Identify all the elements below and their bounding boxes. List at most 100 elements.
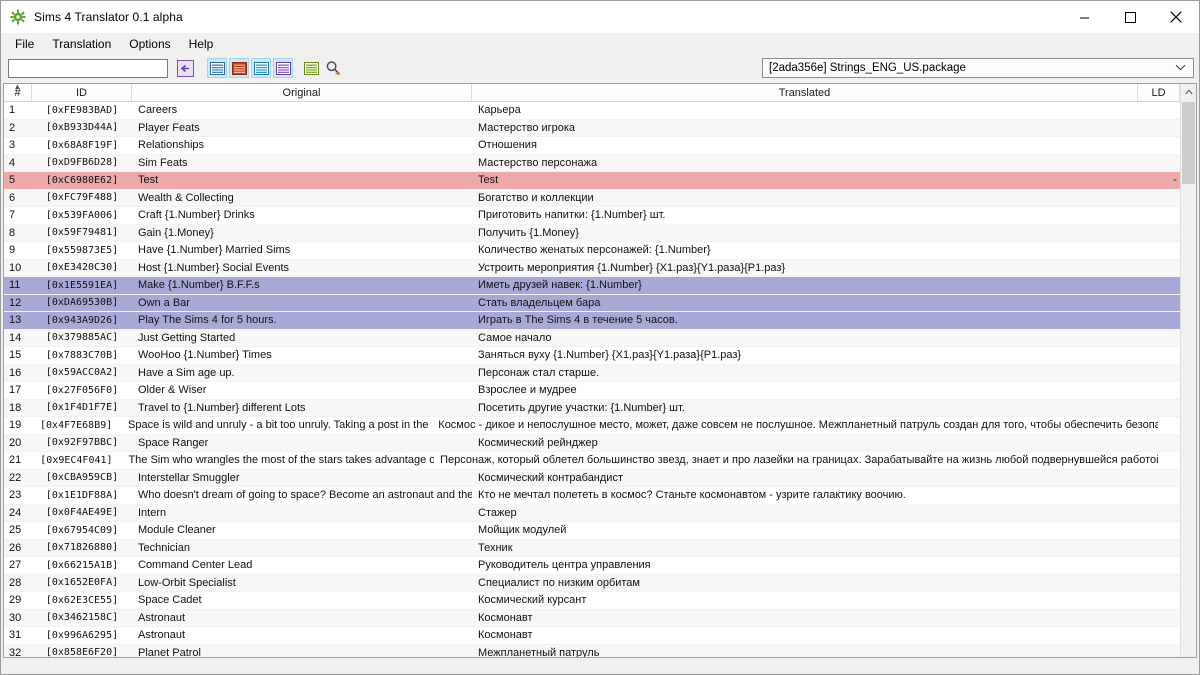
table-row[interactable]: 22[0xCBA959CB]Interstellar SmugglerКосми… — [4, 470, 1196, 488]
table-row[interactable]: 32[0x858E6F20]Planet PatrolМежпланетный … — [4, 645, 1196, 658]
window-title: Sims 4 Translator 0.1 alpha — [34, 10, 183, 24]
cell-id: [0x62E3CE55] — [32, 595, 132, 606]
cell-trans: Космический курсант — [472, 594, 1154, 606]
table-row[interactable]: 2[0xB933D44A]Player FeatsМастерство игро… — [4, 120, 1196, 138]
table-row[interactable]: 11[0x1E5591EA]Make {1.Number} B.F.F.sИме… — [4, 277, 1196, 295]
cell-orig: Astronaut — [132, 629, 472, 641]
cell-orig: Intern — [132, 507, 472, 519]
column-header-id[interactable]: ID — [32, 84, 132, 101]
table-row[interactable]: 23[0x1E1DF88A]Who doesn't dream of going… — [4, 487, 1196, 505]
cell-id: [0xC6980E62] — [32, 175, 132, 186]
column-header-ld-label: LD — [1151, 87, 1165, 99]
cell-id: [0xD9FB6D28] — [32, 157, 132, 168]
table-row[interactable]: 8[0x59F79481]Gain {1.Money}Получить {1.M… — [4, 225, 1196, 243]
minimize-button[interactable] — [1061, 1, 1107, 33]
column-header-translated[interactable]: Translated — [472, 84, 1138, 101]
table-row[interactable]: 28[0x1652E0FA]Low-Orbit SpecialistСпециа… — [4, 575, 1196, 593]
cell-num: 32 — [4, 647, 32, 657]
table-row[interactable]: 17[0x27F056F0]Older & WiserВзрослее и му… — [4, 382, 1196, 400]
table-row[interactable]: 18[0x1F4D1F7E]Travel to {1.Number} diffe… — [4, 400, 1196, 418]
grid-rows[interactable]: 1[0xFE983BAD]CareersКарьера2[0xB933D44A]… — [4, 102, 1196, 657]
cell-orig: Command Center Lead — [132, 559, 472, 571]
table-row[interactable]: 15[0x7883C70B]WooHoo {1.Number} TimesЗан… — [4, 347, 1196, 365]
package-file-select-wrap: [2ada356e] Strings_ENG_US.package — [762, 58, 1194, 78]
scroll-up-button[interactable] — [1181, 84, 1197, 100]
table-row[interactable]: 24[0x0F4AE49E]InternСтажер — [4, 505, 1196, 523]
cell-trans: Мойщик модулей — [472, 524, 1154, 536]
table-row[interactable]: 6[0xFC79F488]Wealth & CollectingБогатств… — [4, 190, 1196, 208]
cell-num: 5 — [4, 174, 32, 186]
table-row[interactable]: 14[0x379885AC]Just Getting StartedСамое … — [4, 330, 1196, 348]
table-row[interactable]: 16[0x59ACC0A2]Have a Sim age up.Персонаж… — [4, 365, 1196, 383]
column-header-ld[interactable]: LD — [1138, 84, 1180, 101]
vertical-scrollbar[interactable] — [1180, 84, 1196, 657]
cell-num: 18 — [4, 402, 32, 414]
table-row[interactable]: 29[0x62E3CE55]Space CadetКосмический кур… — [4, 592, 1196, 610]
table-row[interactable]: 9[0x559873E5]Have {1.Number} Married Sim… — [4, 242, 1196, 260]
cell-id: [0x66215A1B] — [32, 560, 132, 571]
table-row[interactable]: 12[0xDA69530B]Own a BarСтать владельцем … — [4, 295, 1196, 313]
table-row[interactable]: 21[0x9EC4F041]The Sim who wrangles the m… — [4, 452, 1196, 470]
column-header-original[interactable]: Original — [132, 84, 472, 101]
filter-validated-button[interactable] — [301, 58, 321, 78]
cell-orig: The Sim who wrangles the most of the sta… — [122, 454, 434, 466]
cell-trans: Приготовить напитки: {1.Number} шт. — [472, 209, 1154, 221]
table-row[interactable]: 3[0x68A8F19F]RelationshipsОтношения — [4, 137, 1196, 155]
table-row[interactable]: 26[0x71826880]TechnicianТехник — [4, 540, 1196, 558]
table-row[interactable]: 13[0x943A9D26]Play The Sims 4 for 5 hour… — [4, 312, 1196, 330]
filter-translated-button[interactable] — [273, 58, 293, 78]
cell-orig: Play The Sims 4 for 5 hours. — [132, 314, 472, 326]
cell-num: 3 — [4, 139, 32, 151]
cell-id: [0xFC79F488] — [32, 192, 132, 203]
column-header-number[interactable]: ▲ # — [4, 84, 32, 101]
cell-num: 12 — [4, 297, 32, 309]
cell-trans: Взрослее и мудрее — [472, 384, 1154, 396]
table-row[interactable]: 1[0xFE983BAD]CareersКарьера — [4, 102, 1196, 120]
cell-num: 23 — [4, 489, 32, 501]
cell-id: [0xE3420C30] — [32, 262, 132, 273]
table-row[interactable]: 27[0x66215A1B]Command Center LeadРуковод… — [4, 557, 1196, 575]
cell-num: 26 — [4, 542, 32, 554]
grid-inner: ▲ # ID Original Translated LD 1[0xFE983B… — [4, 84, 1196, 657]
table-row[interactable]: 7[0x539FA006]Craft {1.Number} DrinksПриг… — [4, 207, 1196, 225]
cell-num: 19 — [4, 419, 30, 431]
menu-options[interactable]: Options — [120, 35, 179, 53]
package-file-select[interactable]: [2ada356e] Strings_ENG_US.package — [762, 58, 1194, 78]
filter-untranslated-button[interactable] — [229, 58, 249, 78]
cell-id: [0x7883C70B] — [32, 350, 132, 361]
cell-orig: Craft {1.Number} Drinks — [132, 209, 472, 221]
column-header-translated-label: Translated — [779, 87, 831, 99]
cell-id: [0xCBA959CB] — [32, 472, 132, 483]
table-row[interactable]: 5[0xC6980E62]TestTest- — [4, 172, 1196, 190]
cell-num: 17 — [4, 384, 32, 396]
cell-trans: Космос - дикое и непослушное место, може… — [432, 419, 1158, 431]
close-button[interactable] — [1153, 1, 1199, 33]
cell-orig: Travel to {1.Number} different Lots — [132, 402, 472, 414]
filter-all-button[interactable] — [207, 58, 227, 78]
table-row[interactable]: 30[0x3462158C]AstronautКосмонавт — [4, 610, 1196, 628]
maximize-button[interactable] — [1107, 1, 1153, 33]
table-row[interactable]: 25[0x67954C09]Module CleanerМойщик модул… — [4, 522, 1196, 540]
scrollbar-track[interactable] — [1181, 100, 1197, 657]
scrollbar-thumb[interactable] — [1182, 102, 1195, 184]
cell-trans: Мастерство игрока — [472, 122, 1154, 134]
menu-help[interactable]: Help — [180, 35, 223, 53]
menu-file[interactable]: File — [6, 35, 43, 53]
sort-ascending-icon: ▲ — [14, 84, 22, 91]
filter-partial-button[interactable] — [251, 58, 271, 78]
table-row[interactable]: 10[0xE3420C30]Host {1.Number} Social Eve… — [4, 260, 1196, 278]
search-input[interactable] — [8, 59, 168, 78]
table-row[interactable]: 19[0x4F7E68B9]Space is wild and unruly -… — [4, 417, 1196, 435]
cell-orig: Own a Bar — [132, 297, 472, 309]
menu-bar: File Translation Options Help — [1, 33, 1199, 55]
table-row[interactable]: 31[0x996A6295]AstronautКосмонавт — [4, 627, 1196, 645]
table-row[interactable]: 20[0x92F97BBC]Space RangerКосмический ре… — [4, 435, 1196, 453]
cell-trans: Количество женатых персонажей: {1.Number… — [472, 244, 1154, 256]
back-arrow-button[interactable] — [175, 58, 195, 78]
menu-translation[interactable]: Translation — [43, 35, 120, 53]
find-button[interactable] — [323, 58, 343, 78]
cell-orig: Space is wild and unruly - a bit too unr… — [122, 419, 432, 431]
cell-num: 15 — [4, 349, 32, 361]
table-row[interactable]: 4[0xD9FB6D28]Sim FeatsМастерство персона… — [4, 155, 1196, 173]
cell-trans: Самое начало — [472, 332, 1154, 344]
